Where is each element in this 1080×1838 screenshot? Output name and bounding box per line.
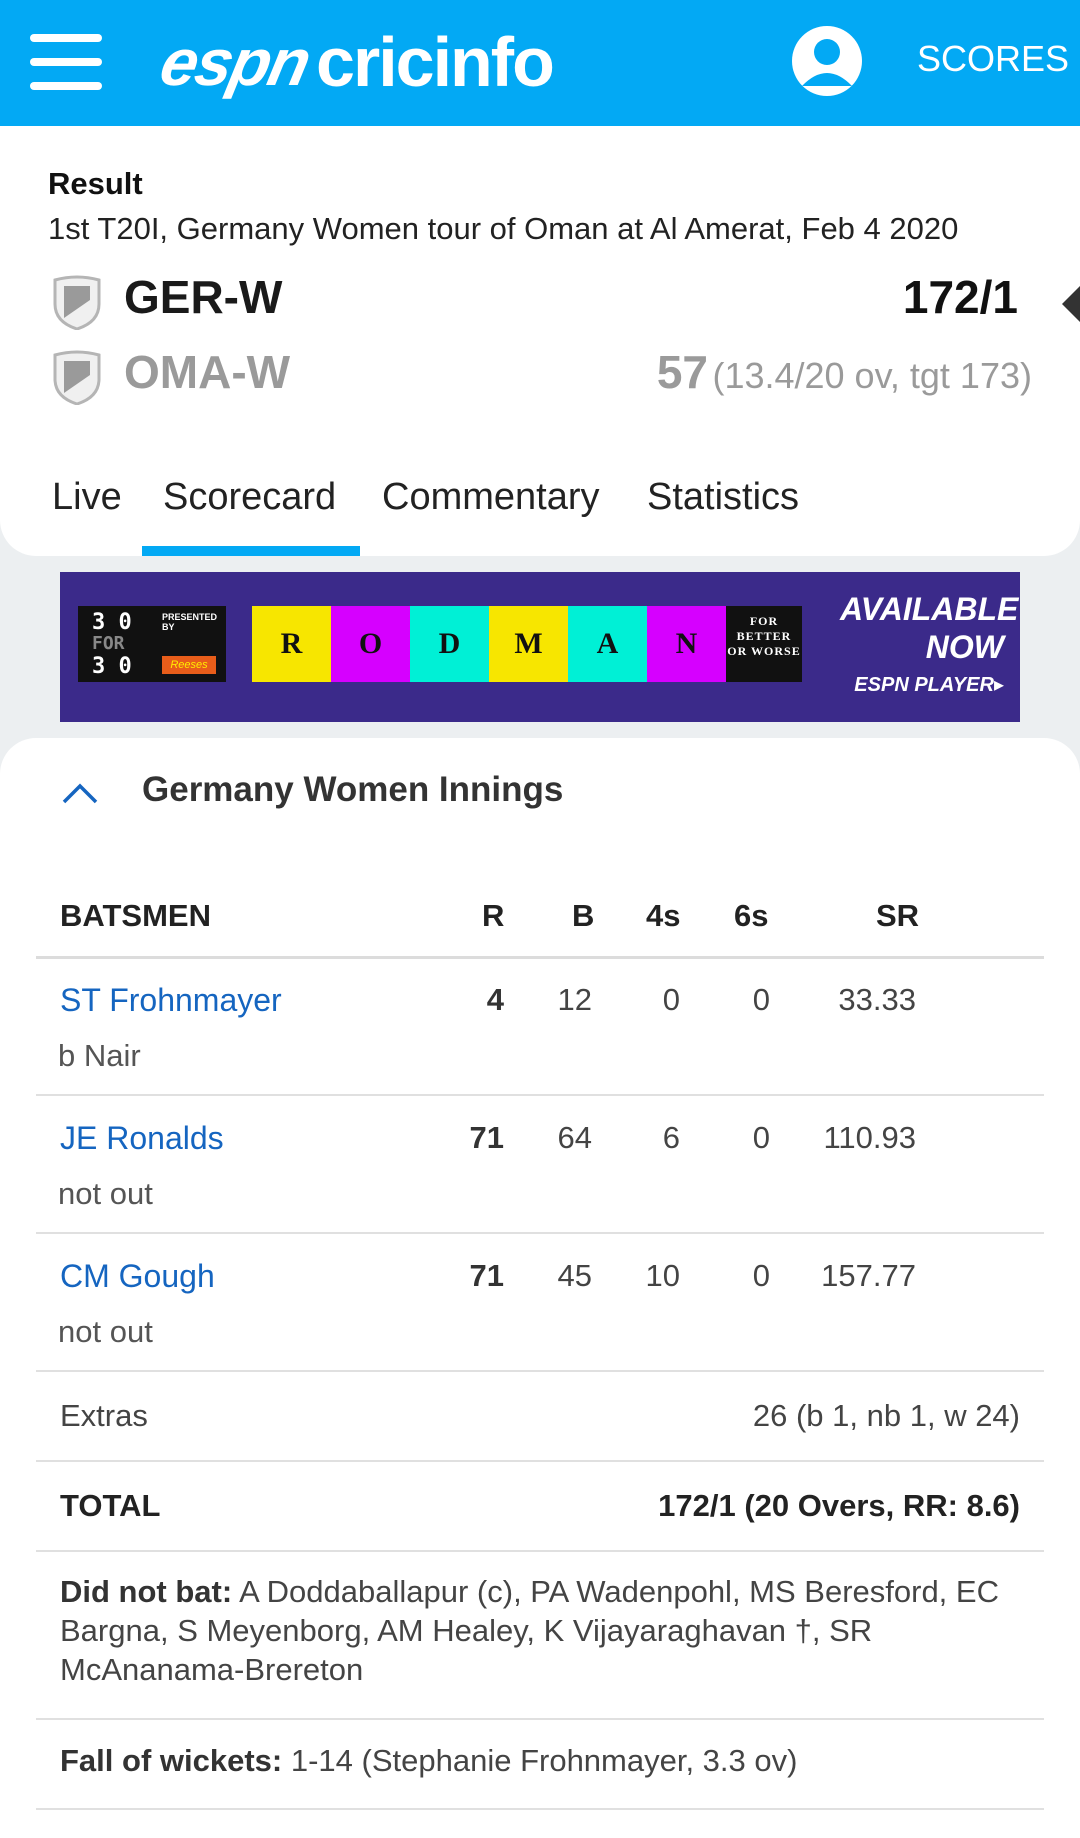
innings-title: Germany Women Innings [142,770,564,809]
ad-presented-by: PRESENTED BY [162,612,218,632]
fall-of-wickets-label: Fall of wickets: [60,1743,283,1778]
match-status: Result [48,166,143,201]
team1-name: GER-W [124,271,283,323]
row-divider [36,1718,1044,1720]
row-divider [36,1550,1044,1552]
batsman-sixes: 0 [752,1120,770,1155]
did-not-bat-label: Did not bat: [60,1574,233,1609]
tab-scorecard[interactable]: Scorecard [163,476,336,519]
ad-series-bottom: 3 0 [92,654,132,679]
row-divider [36,1808,1044,1810]
ad-available-line2: NOW [925,629,1004,665]
ad-title-letter: D [410,606,489,682]
scores-link[interactable]: SCORES [917,38,1069,80]
batsman-fours: 6 [662,1120,680,1155]
col-header-strike-rate: SR [876,898,920,933]
ad-title-letters: RODMAN [252,606,726,682]
row-divider [36,1370,1044,1372]
espncricinfo-logo[interactable]: espn cricinfo [154,22,555,102]
batsman-dismissal: b Nair [58,1038,141,1073]
batsman-balls: 12 [557,982,592,1017]
ad-title-letter: A [568,606,647,682]
hamburger-menu-icon[interactable] [30,34,102,90]
ad-sponsor-logo: Reeses [162,656,216,674]
batsman-sixes: 0 [752,1258,770,1293]
batsman-runs: 4 [486,982,504,1017]
team1-score: 172/1 [902,271,1018,323]
logo-espn-text: espn [154,25,316,99]
innings-card: Germany Women Innings BATSMEN R B 4s 6s … [0,738,1080,1838]
ad-title-letter: O [331,606,410,682]
active-tab-indicator [142,546,360,556]
ad-available-line1: AVAILABLE [840,591,1019,627]
col-header-fours: 4s [646,898,681,933]
col-header-runs: R [482,898,505,933]
batsman-fours: 0 [662,982,680,1017]
top-app-bar: espn cricinfo SCORES [0,0,1080,126]
match-description: 1st T20I, Germany Women tour of Oman at … [48,211,959,246]
ad-title-letter: N [647,606,726,682]
batting-indicator-icon [1062,286,1080,322]
extras-value: 26 (b 1, nb 1, w 24) [752,1398,1020,1433]
team-shield-icon [53,275,101,330]
row-divider [36,1460,1044,1462]
batsman-strike-rate: 33.33 [838,982,916,1017]
ad-espn-player: ESPN PLAYER▸ [854,674,1004,696]
row-divider [36,1094,1044,1096]
ad-title-letter: M [489,606,568,682]
advertisement-banner[interactable]: 3 0 FOR 3 0 PRESENTED BY Reeses RODMAN F… [60,572,1020,722]
total-label: TOTAL [60,1488,161,1523]
user-account-icon[interactable] [792,26,862,96]
col-header-batsmen: BATSMEN [60,898,211,933]
team1-row[interactable]: GER-W 172/1 [48,266,1080,336]
header-divider [36,956,1044,959]
tab-live[interactable]: Live [52,476,122,519]
ad-30-for-30-logo: 3 0 FOR 3 0 PRESENTED BY Reeses [78,606,226,682]
team2-name: OMA-W [124,346,291,398]
extras-label: Extras [60,1398,148,1433]
team2-row[interactable]: OMA-W 57 (13.4/20 ov, tgt 173) [48,341,1080,411]
batsman-strike-rate: 110.93 [823,1120,916,1155]
batsman-name[interactable]: JE Ronalds [60,1120,224,1157]
team2-score: 57 (13.4/20 ov, tgt 173) [657,345,1032,399]
batsman-dismissal: not out [58,1176,153,1211]
fall-of-wickets: Fall of wickets: 1-14 (Stephanie Frohnma… [60,1743,1020,1779]
batsman-name[interactable]: ST Frohnmayer [60,982,282,1019]
fall-of-wickets-list: 1-14 (Stephanie Frohnmayer, 3.3 ov) [282,1743,798,1778]
logo-cricinfo-text: cricinfo [316,23,555,101]
ad-title-letter: R [252,606,331,682]
match-summary-card: Result 1st T20I, Germany Women tour of O… [0,126,1080,556]
did-not-bat: Did not bat: A Doddaballapur (c), PA Wad… [60,1572,1020,1689]
batsman-runs: 71 [469,1120,504,1155]
batsman-balls: 45 [557,1258,592,1293]
batsman-name[interactable]: CM Gough [60,1258,215,1295]
total-value: 172/1 (20 Overs, RR: 8.6) [658,1488,1020,1523]
tab-commentary[interactable]: Commentary [382,476,600,519]
chevron-up-icon[interactable] [60,778,100,808]
ad-tagline: FOR BETTER OR WORSE [726,606,802,682]
batsman-runs: 71 [469,1258,504,1293]
col-header-balls: B [572,898,595,933]
ad-series-mid: FOR [92,633,125,654]
col-header-sixes: 6s [734,898,769,933]
match-tabs: Live Scorecard Commentary Statistics [0,476,1080,556]
ad-available-now: AVAILABLE NOW [840,590,1019,666]
team2-runs: 57 [656,346,708,398]
batsman-balls: 64 [557,1120,592,1155]
row-divider [36,1232,1044,1234]
tab-statistics[interactable]: Statistics [647,476,799,519]
batsman-strike-rate: 157.77 [821,1258,916,1293]
ad-series-top: 3 0 [92,610,132,635]
batsman-fours: 10 [645,1258,680,1293]
batsman-dismissal: not out [58,1314,153,1349]
team2-score-detail: (13.4/20 ov, tgt 173) [712,355,1032,396]
batsman-sixes: 0 [752,982,770,1017]
team-shield-icon [53,350,101,405]
